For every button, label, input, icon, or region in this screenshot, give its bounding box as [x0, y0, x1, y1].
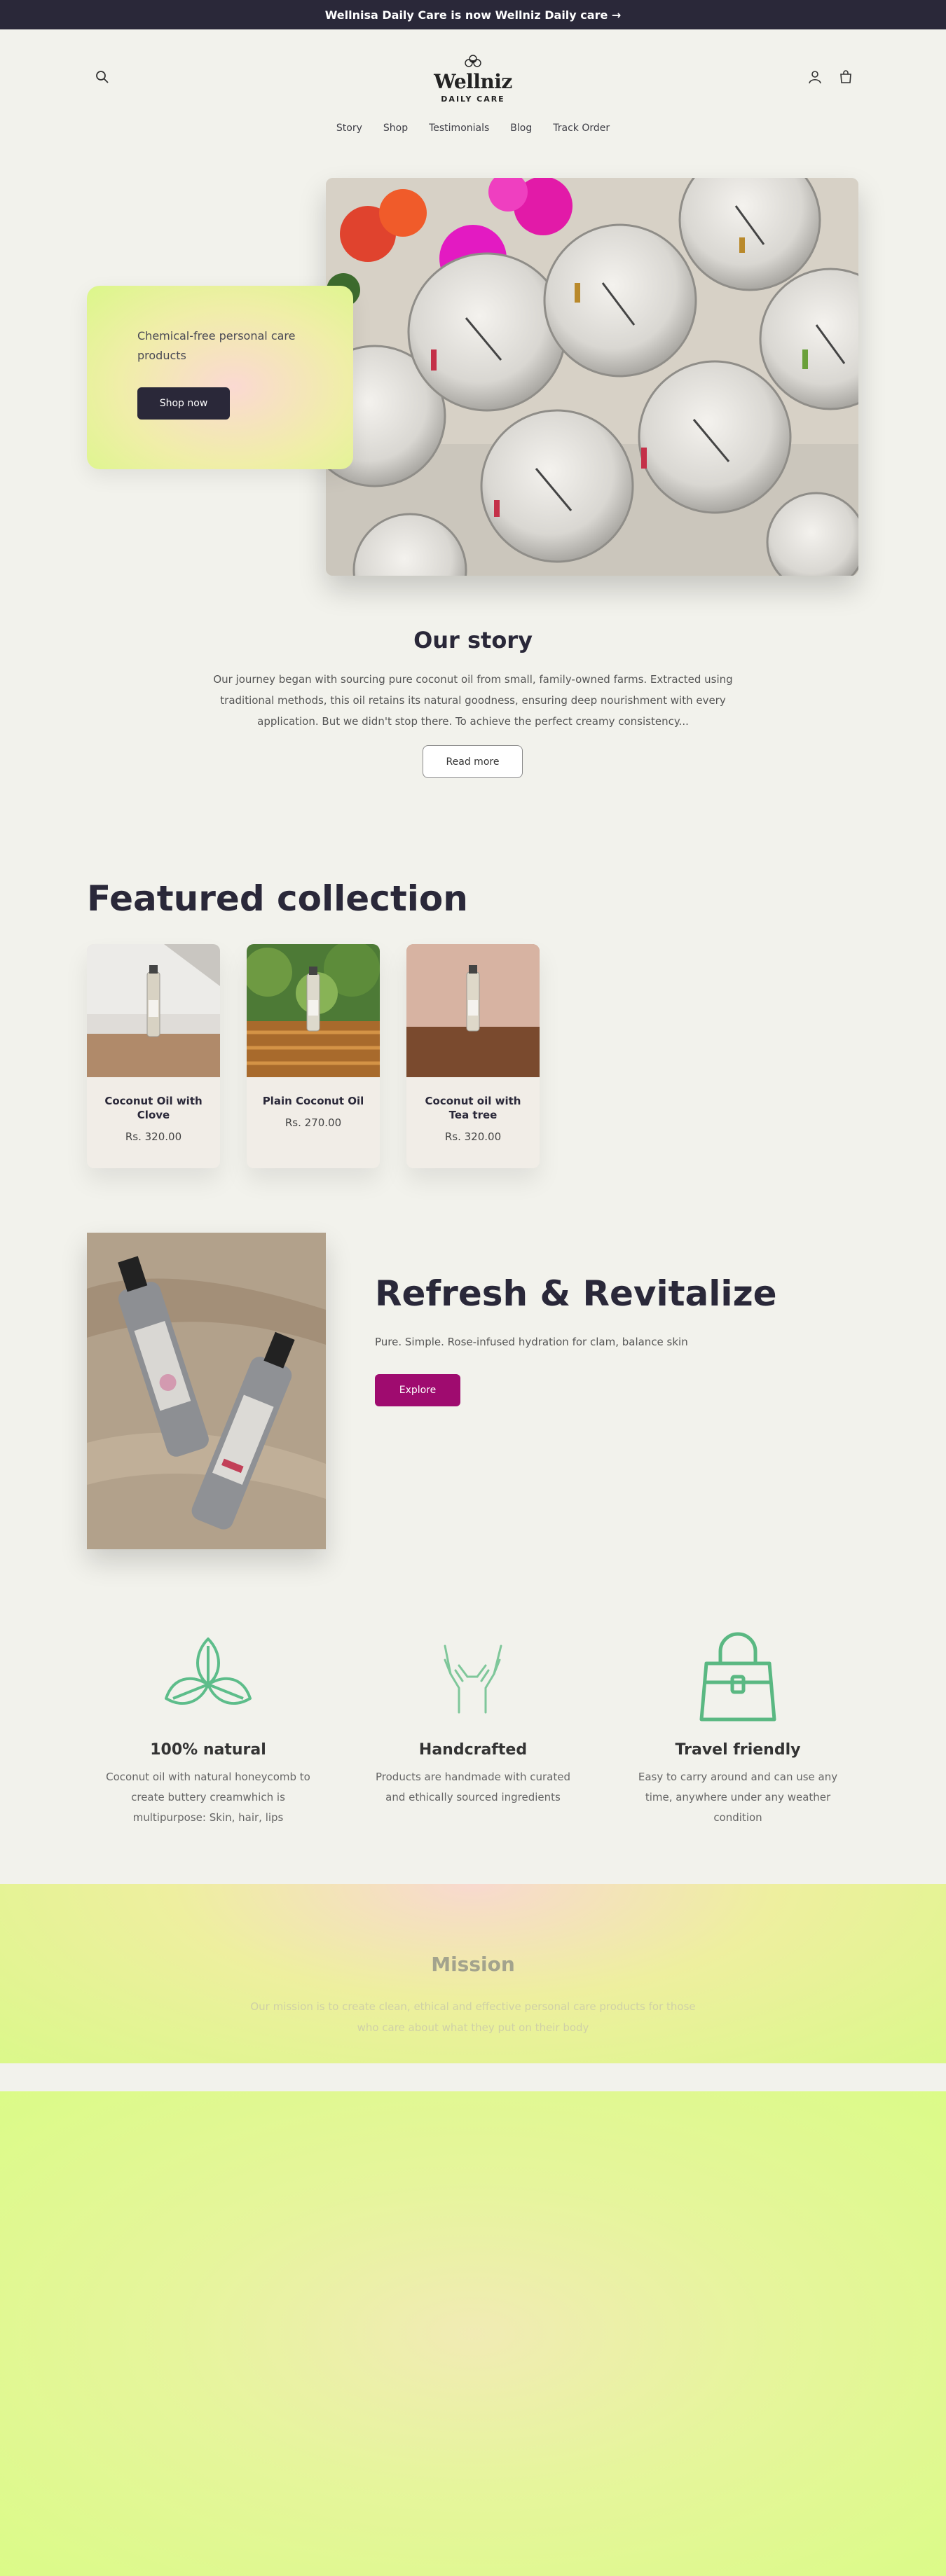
nav-shop[interactable]: Shop [383, 123, 408, 134]
flower-logo-icon [465, 55, 481, 67]
nav-story[interactable]: Story [336, 123, 362, 134]
feature-title: 100% natural [150, 1741, 266, 1759]
product-price: Rs. 320.00 [125, 1130, 182, 1143]
product-image[interactable] [406, 944, 540, 1077]
shop-now-button[interactable]: Shop now [137, 387, 230, 420]
hero-card: Chemical-free personal care products Sho… [87, 286, 353, 469]
explore-button[interactable]: Explore [375, 1374, 460, 1406]
nav-track-order[interactable]: Track Order [553, 123, 610, 134]
feature-handcrafted: Handcrafted Products are handmade with c… [364, 1632, 582, 1808]
site-logo[interactable]: Wellniz DAILY CARE [403, 50, 543, 106]
product-card[interactable]: Coconut oil with Tea tree Rs. 320.00 [406, 944, 540, 1168]
product-price: Rs. 270.00 [285, 1116, 342, 1129]
feature-text: Easy to carry around and can use any tim… [638, 1771, 838, 1824]
mission-text: Our mission is to create clean, ethical … [250, 2000, 696, 2034]
hero-text: Chemical-free personal care products [137, 329, 296, 362]
read-more-button[interactable]: Read more [423, 745, 523, 778]
announcement-text[interactable]: Wellnisa Daily Care is now Wellniz Daily… [325, 8, 622, 22]
search-icon[interactable] [91, 66, 114, 88]
mission-section: Mission Our mission is to create clean, … [0, 1884, 946, 2063]
logo-subtitle: DAILY CARE [441, 95, 505, 104]
feature-text: Products are handmade with curated and e… [376, 1771, 570, 1803]
product-price: Rs. 320.00 [444, 1130, 502, 1143]
product-name[interactable]: Coconut Oil with Clove [94, 1094, 213, 1122]
hands-icon [444, 1644, 502, 1714]
featured-title: Featured collection [87, 878, 468, 919]
leaves-icon [165, 1637, 252, 1705]
feature-text: Coconut oil with natural honeycomb to cr… [106, 1771, 310, 1824]
product-name[interactable]: Plain Coconut Oil [254, 1094, 373, 1108]
refresh-image [87, 1233, 326, 1549]
mission-title: Mission [431, 1953, 515, 1976]
product-card[interactable]: Coconut Oil with Clove Rs. 320.00 [87, 944, 220, 1168]
product-image[interactable] [247, 944, 380, 1077]
refresh-subtitle: Pure. Simple. Rose-infused hydration for… [375, 1336, 688, 1348]
nav-testimonials[interactable]: Testimonials [429, 123, 489, 134]
story-text: Our journey began with sourcing pure coc… [213, 673, 733, 728]
announcement-bar[interactable]: Wellnisa Daily Care is now Wellniz Daily… [0, 0, 946, 29]
feature-title: Travel friendly [675, 1741, 801, 1759]
bag-icon [699, 1632, 776, 1722]
site-header: Wellniz DAILY CARE Story Shop Testimonia… [0, 29, 946, 155]
product-card[interactable]: Plain Coconut Oil Rs. 270.00 [247, 944, 380, 1168]
main-nav: Story Shop Testimonials Blog Track Order [0, 123, 946, 134]
gradient-background-section [0, 2091, 946, 2576]
product-name[interactable]: Coconut oil with Tea tree [413, 1094, 533, 1122]
logo-text: Wellniz [434, 70, 512, 93]
cart-icon[interactable] [835, 66, 857, 88]
story-title: Our story [413, 627, 533, 653]
refresh-title: Refresh & Revitalize [375, 1273, 777, 1314]
hero-image [326, 178, 858, 576]
nav-blog[interactable]: Blog [510, 123, 532, 134]
feature-travel: Travel friendly Easy to carry around and… [629, 1632, 846, 1828]
feature-natural: 100% natural Coconut oil with natural ho… [100, 1632, 317, 1828]
feature-title: Handcrafted [418, 1741, 528, 1759]
account-icon[interactable] [804, 66, 826, 88]
product-image[interactable] [87, 944, 220, 1077]
